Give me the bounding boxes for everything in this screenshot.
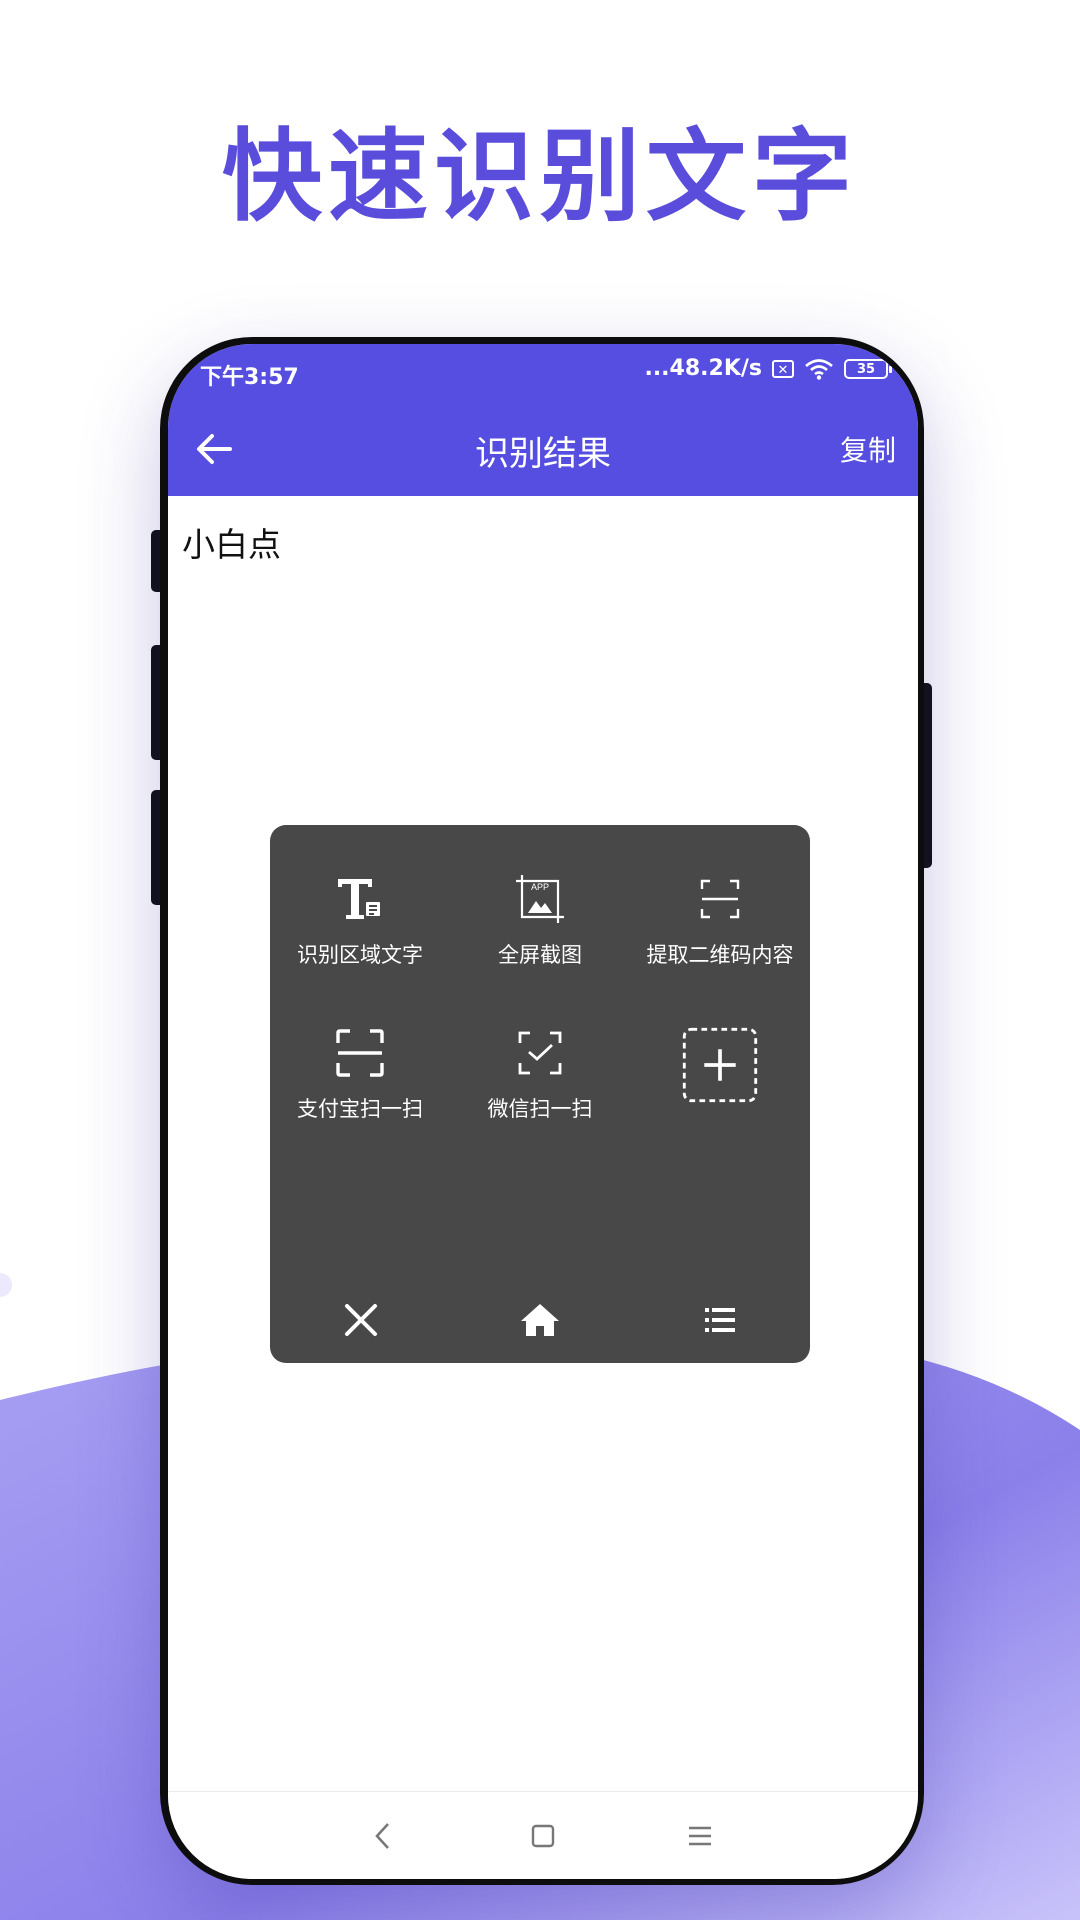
back-button[interactable]	[190, 424, 240, 474]
arrow-left-icon	[197, 434, 232, 464]
recognize-area-text-button[interactable]: 识别区域文字	[270, 871, 450, 1011]
recognized-text[interactable]: 小白点	[182, 518, 281, 566]
back-triangle-icon[interactable]	[363, 1816, 403, 1856]
status-bar: 下午3:57 ...48.2K/s ✕ 35	[168, 344, 918, 402]
menu-list-icon[interactable]	[695, 1295, 745, 1345]
tile-label: 识别区域文字	[297, 943, 423, 967]
app-bar: 识别结果 复制	[168, 402, 918, 496]
network-speed: ...48.2K/s	[644, 356, 762, 381]
tile-label: 微信扫一扫	[487, 1097, 593, 1121]
close-icon[interactable]	[336, 1295, 386, 1345]
add-icon	[682, 1027, 758, 1103]
wifi-icon	[805, 358, 833, 380]
home-square-icon[interactable]	[523, 1816, 563, 1856]
phone-screen: 下午3:57 ...48.2K/s ✕ 35 识别结果 复制 小白点 识别区域文…	[168, 344, 918, 1879]
recents-menu-icon[interactable]	[680, 1816, 720, 1856]
page-headline: 快速识别文字	[222, 118, 858, 235]
tile-label: 提取二维码内容	[646, 943, 794, 967]
extract-qrcode-button[interactable]: 提取二维码内容	[630, 871, 810, 1011]
wechat-scan-icon	[518, 1031, 562, 1075]
status-indicators: ...48.2K/s ✕ 35	[644, 356, 892, 381]
battery-indicator: 35	[844, 358, 892, 379]
home-icon[interactable]	[515, 1295, 565, 1345]
app-screenshot-icon: APP	[516, 875, 564, 923]
copy-button[interactable]: 复制	[840, 429, 896, 469]
svg-text:APP: APP	[531, 882, 549, 892]
sim-x-icon: ✕	[772, 359, 794, 378]
floating-tool-panel: 识别区域文字 APP 全屏截图 提取二维码内容 支付宝扫一扫 微信扫一扫	[270, 825, 810, 1363]
system-nav-bar	[168, 1791, 918, 1879]
app-title: 识别结果	[475, 434, 611, 474]
tile-label: 支付宝扫一扫	[297, 1097, 423, 1121]
alipay-scan-button[interactable]: 支付宝扫一扫	[270, 1025, 450, 1165]
fullscreen-screenshot-button[interactable]: APP 全屏截图	[450, 871, 630, 1011]
tile-label: 全屏截图	[498, 943, 582, 967]
text-recognition-icon	[338, 879, 382, 919]
wechat-scan-button[interactable]: 微信扫一扫	[450, 1025, 630, 1165]
add-shortcut-button[interactable]	[630, 1025, 810, 1165]
alipay-scan-icon	[336, 1029, 384, 1077]
status-time: 下午3:57	[200, 365, 299, 390]
scan-frame-icon	[700, 879, 740, 919]
